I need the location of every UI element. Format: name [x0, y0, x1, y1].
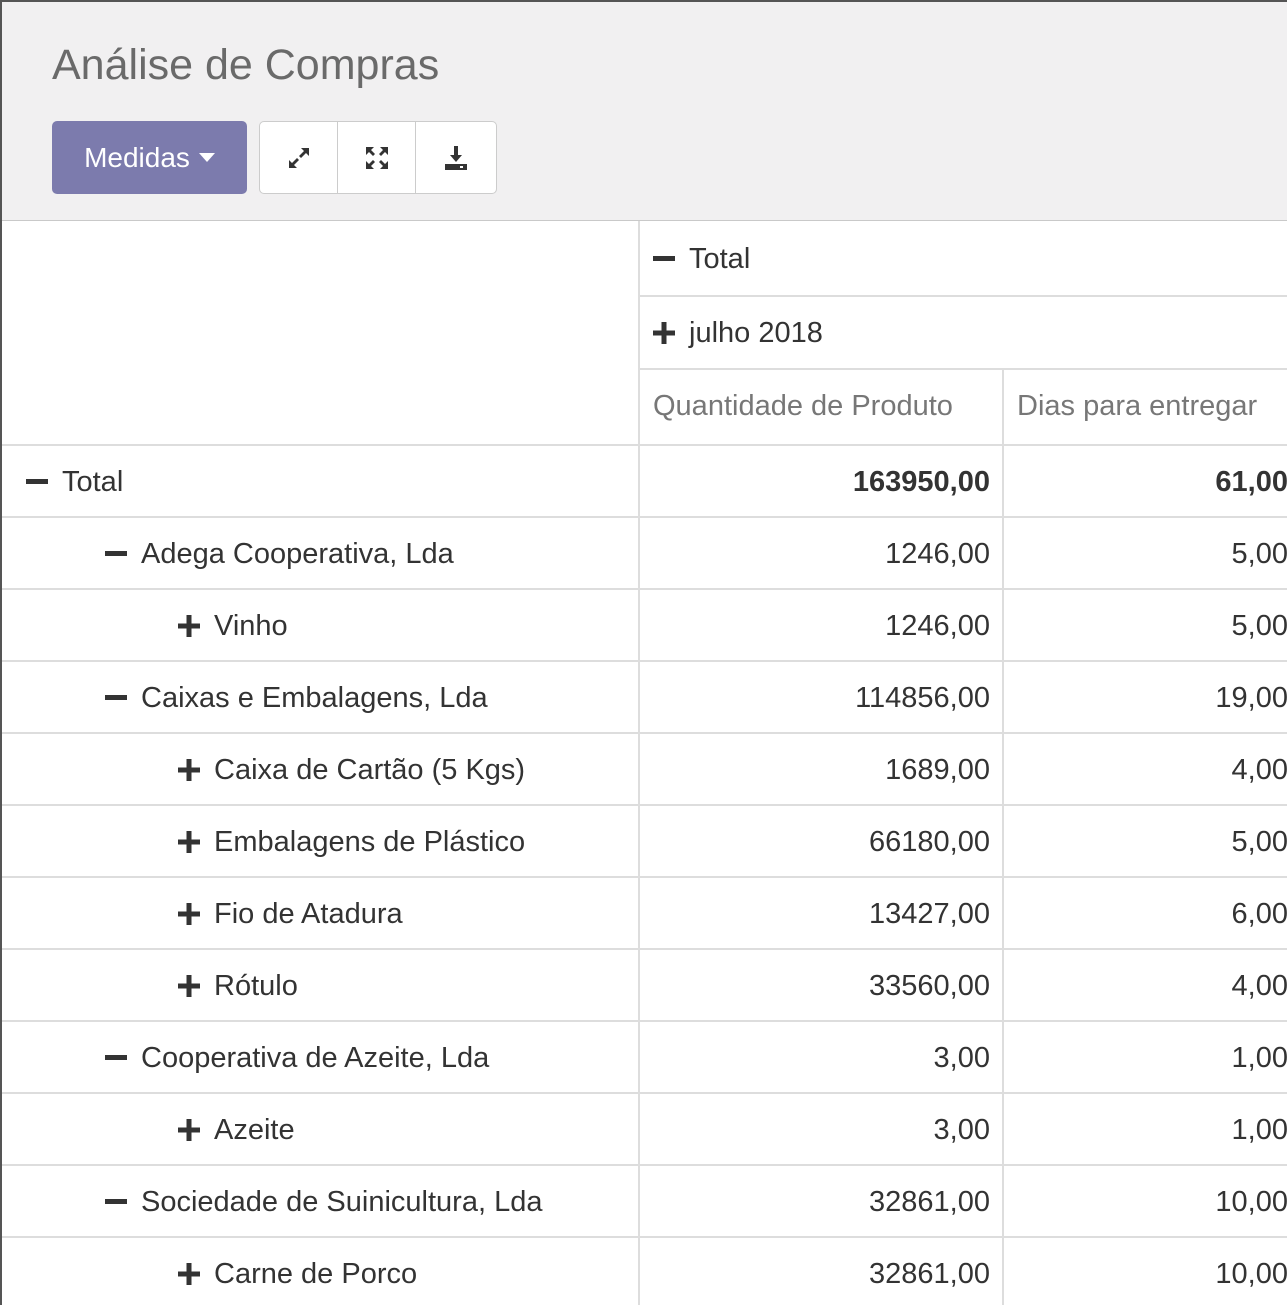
- cell-days: 1,00: [1231, 1041, 1287, 1074]
- measures-button-label: Medidas: [84, 141, 190, 173]
- row-header-label: Caixas e Embalagens, Lda: [141, 681, 488, 714]
- column-header-label: Total: [689, 242, 751, 275]
- row-header-label: Embalagens de Plástico: [214, 825, 526, 858]
- row-header[interactable]: Rótulo: [178, 950, 298, 1022]
- row-header[interactable]: Caixa de Cartão (5 Kgs): [178, 734, 525, 806]
- row-header-label: Rótulo: [214, 969, 298, 1002]
- plus-icon: [178, 759, 200, 781]
- row-header[interactable]: Total: [26, 446, 123, 518]
- measure-header-days[interactable]: Dias para entregar: [1017, 369, 1257, 444]
- measure-header-quantity[interactable]: Quantidade de Produto: [653, 369, 953, 444]
- minus-icon: [105, 695, 127, 700]
- plus-icon: [653, 322, 675, 344]
- row-header-label: Total: [62, 465, 124, 498]
- control-panel: Análise de Compras Medidas: [2, 2, 1287, 221]
- cell-quantity: 32861,00: [869, 1185, 990, 1218]
- column-header-period[interactable]: julho 2018: [639, 297, 823, 369]
- row-header-label: Azeite: [214, 1113, 295, 1146]
- row-header[interactable]: Vinho: [178, 590, 288, 662]
- row-header[interactable]: Sociedade de Suinicultura, Lda: [105, 1166, 542, 1238]
- table-row: Carne de Porco 32861,00 10,00: [2, 1238, 1287, 1305]
- row-header-label: Fio de Atadura: [214, 897, 403, 930]
- cell-days: 5,00: [1231, 537, 1287, 570]
- cell-quantity: 13427,00: [869, 897, 990, 930]
- cell-days: 1,00: [1231, 1113, 1287, 1146]
- download-icon: [445, 145, 467, 170]
- row-header[interactable]: Azeite: [178, 1094, 295, 1166]
- cell-quantity: 3,00: [933, 1113, 990, 1146]
- table-row: Adega Cooperativa, Lda 1246,00 5,00: [2, 518, 1287, 590]
- page-title: Análise de Compras: [52, 41, 440, 89]
- expand-icon: [288, 147, 309, 168]
- cell-quantity: 1246,00: [885, 537, 990, 570]
- cell-days: 61,00: [1215, 465, 1287, 498]
- row-header-label: Cooperativa de Azeite, Lda: [141, 1041, 490, 1074]
- plus-icon: [178, 1119, 200, 1141]
- minus-icon: [26, 479, 48, 484]
- measures-dropdown-button[interactable]: Medidas: [52, 121, 247, 194]
- row-header-label: Sociedade de Suinicultura, Lda: [141, 1185, 543, 1218]
- plus-icon: [178, 831, 200, 853]
- table-row: Caixas e Embalagens, Lda 114856,00 19,00: [2, 662, 1287, 734]
- table-row: Rótulo 33560,00 4,00: [2, 950, 1287, 1022]
- plus-icon: [178, 615, 200, 637]
- cell-days: 5,00: [1231, 609, 1287, 642]
- cell-quantity: 163950,00: [852, 465, 990, 498]
- row-header[interactable]: Cooperativa de Azeite, Lda: [105, 1022, 489, 1094]
- table-row: Cooperativa de Azeite, Lda 3,00 1,00: [2, 1022, 1287, 1094]
- cell-days: 4,00: [1231, 753, 1287, 786]
- plus-icon: [178, 975, 200, 997]
- minus-icon: [105, 551, 127, 556]
- cell-quantity: 1246,00: [885, 609, 990, 642]
- plus-icon: [178, 903, 200, 925]
- table-row: Caixa de Cartão (5 Kgs) 1689,00 4,00: [2, 734, 1287, 806]
- caret-down-icon: [198, 153, 215, 162]
- table-row: Fio de Atadura 13427,00 6,00: [2, 878, 1287, 950]
- cell-quantity: 32861,00: [869, 1257, 990, 1290]
- table-row: Sociedade de Suinicultura, Lda 32861,00 10…: [2, 1166, 1287, 1238]
- column-header-total[interactable]: Total: [639, 223, 750, 295]
- column-header-label: julho 2018: [689, 316, 823, 349]
- minus-icon: [653, 256, 675, 261]
- table-row: Vinho 1246,00 5,00: [2, 590, 1287, 662]
- table-row: Total 163950,00 61,00: [2, 446, 1287, 518]
- row-header-label: Adega Cooperativa, Lda: [141, 537, 454, 570]
- flip-axis-button[interactable]: [338, 122, 416, 193]
- row-header[interactable]: Caixas e Embalagens, Lda: [105, 662, 488, 734]
- cell-quantity: 33560,00: [869, 969, 990, 1002]
- row-header[interactable]: Adega Cooperativa, Lda: [105, 518, 454, 590]
- cell-days: 10,00: [1215, 1257, 1287, 1290]
- row-header-label: Caixa de Cartão (5 Kgs): [214, 753, 526, 786]
- cell-quantity: 3,00: [933, 1041, 990, 1074]
- cell-quantity: 66180,00: [869, 825, 990, 858]
- cell-days: 4,00: [1231, 969, 1287, 1002]
- fullscreen-icon: [365, 146, 388, 169]
- row-header[interactable]: Embalagens de Plástico: [178, 806, 525, 878]
- row-header[interactable]: Carne de Porco: [178, 1238, 417, 1305]
- cell-days: 5,00: [1231, 825, 1287, 858]
- cell-quantity: 1689,00: [885, 753, 990, 786]
- expand-all-button[interactable]: [260, 122, 338, 193]
- download-button[interactable]: [416, 122, 496, 193]
- minus-icon: [105, 1199, 127, 1204]
- pivot-toolbar: [259, 121, 497, 194]
- plus-icon: [178, 1263, 200, 1285]
- cell-quantity: 114856,00: [855, 681, 990, 714]
- row-header[interactable]: Fio de Atadura: [178, 878, 403, 950]
- table-row: Embalagens de Plástico 66180,00 5,00: [2, 806, 1287, 878]
- row-header-label: Carne de Porco: [214, 1257, 418, 1290]
- app-frame: Análise de Compras Medidas Total julho 2…: [0, 0, 1287, 1305]
- table-row: Azeite 3,00 1,00: [2, 1094, 1287, 1166]
- cell-days: 10,00: [1215, 1185, 1287, 1218]
- cell-days: 19,00: [1215, 681, 1287, 714]
- cell-days: 6,00: [1231, 897, 1287, 930]
- row-header-label: Vinho: [214, 609, 288, 642]
- minus-icon: [105, 1055, 127, 1060]
